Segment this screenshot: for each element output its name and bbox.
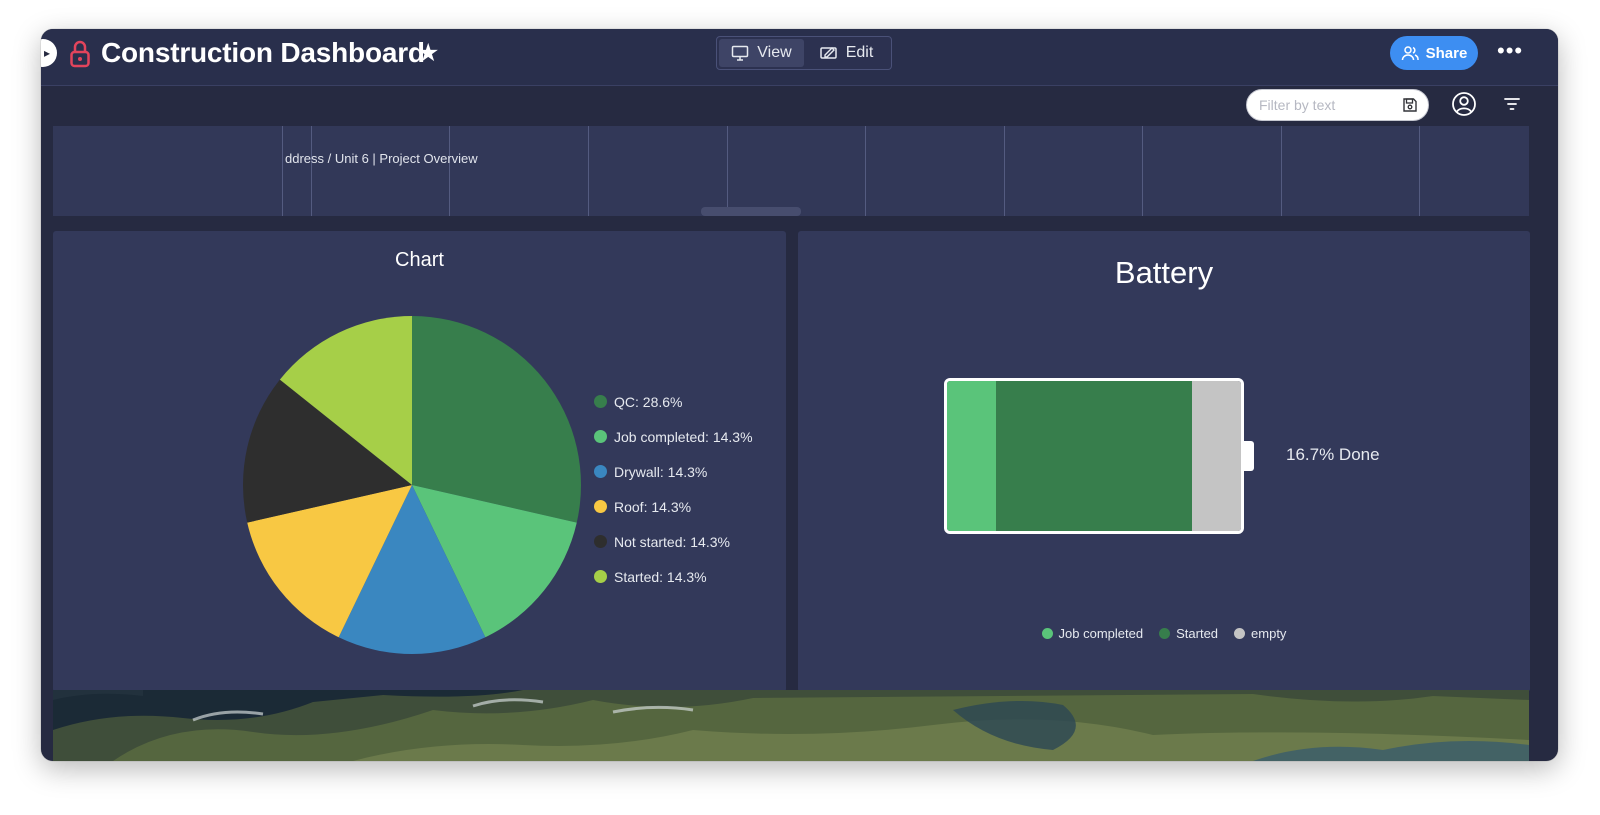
edit-label: Edit: [845, 44, 874, 61]
edit-button[interactable]: Edit: [804, 39, 889, 67]
users-icon: [1401, 46, 1419, 61]
more-options-icon[interactable]: •••: [1497, 37, 1523, 65]
board-toolbar: [41, 86, 1558, 126]
filter-icon[interactable]: [1503, 95, 1521, 113]
satellite-map-image: [53, 690, 1529, 761]
breadcrumb: ddress / Unit 6 | Project Overview: [285, 151, 478, 166]
chart-widget: Chart QC: 28.6% Job completed: 14.3% Drywa…: [53, 231, 786, 692]
legend-item[interactable]: QC: 28.6%: [594, 384, 753, 419]
grid-line: [588, 126, 589, 216]
legend-label: Roof: 14.3%: [614, 498, 692, 515]
favorite-star-icon[interactable]: ★: [417, 38, 439, 68]
person-filter-icon[interactable]: [1451, 91, 1477, 117]
legend-label: QC: 28.6%: [614, 393, 683, 410]
share-label: Share: [1425, 44, 1468, 62]
legend-item[interactable]: Job completed: 14.3%: [594, 419, 753, 454]
battery-done-label: 16.7% Done: [1286, 445, 1380, 464]
grid-line: [282, 126, 283, 216]
edit-icon: [819, 47, 837, 59]
battery-segment-job-completed: [947, 381, 997, 531]
grid-line: [449, 126, 450, 216]
legend-label: Started: [1176, 626, 1219, 641]
battery-widget: Battery 16.7% Done Job completed Started e…: [798, 231, 1530, 692]
battery-cap: [1244, 441, 1254, 471]
legend-item[interactable]: Not started: 14.3%: [594, 524, 753, 559]
view-label: View: [757, 44, 792, 61]
legend-dot: [1159, 628, 1171, 639]
legend-label: Job completed: 14.3%: [614, 428, 753, 445]
legend-dot: [594, 395, 607, 408]
legend-label: Started: 14.3%: [614, 568, 707, 585]
grid-line: [1281, 126, 1282, 216]
map-widget[interactable]: [53, 690, 1529, 761]
battery-segment-started: [996, 381, 1193, 531]
view-edit-toggle: View Edit: [716, 36, 892, 70]
legend-item[interactable]: Started: 14.3%: [594, 559, 753, 594]
grid-line: [1419, 126, 1420, 216]
legend-dot: [594, 535, 607, 548]
legend-dot: [1041, 628, 1053, 639]
sidebar-toggle-icon[interactable]: ▸: [41, 39, 57, 67]
grid-line: [1142, 126, 1143, 216]
chart-legend: QC: 28.6% Job completed: 14.3% Drywall: 14…: [594, 384, 753, 594]
legend-dot: [594, 430, 607, 443]
legend-dot: [1234, 628, 1246, 639]
filter-input[interactable]: [1259, 94, 1389, 116]
legend-label: empty: [1251, 626, 1287, 641]
battery-legend: Job completed Started empty: [798, 626, 1530, 641]
board-header: ▸ Construction Dashboard ★ View Edit Sha…: [41, 29, 1558, 86]
page-title: Construction Dashboard: [101, 37, 425, 68]
legend-dot: [594, 570, 607, 583]
resize-handle[interactable]: [701, 207, 801, 216]
legend-item[interactable]: Drywall: 14.3%: [594, 454, 753, 489]
legend-label: Drywall: 14.3%: [614, 463, 708, 480]
battery-segment-empty: [1192, 381, 1241, 531]
view-button[interactable]: View: [719, 39, 804, 67]
legend-item[interactable]: Roof: 14.3%: [594, 489, 753, 524]
embedded-board-view[interactable]: ddress / Unit 6 | Project Overview: [53, 126, 1529, 216]
battery-title: Battery: [1114, 255, 1214, 290]
chart-title: Chart: [395, 249, 444, 271]
share-button[interactable]: Share: [1390, 36, 1478, 70]
pie-chart: [243, 316, 581, 654]
grid-line: [1004, 126, 1005, 216]
monitor-icon: [732, 45, 749, 61]
legend-label: Job completed: [1058, 626, 1144, 641]
battery-legend-item[interactable]: Started: [1159, 626, 1218, 641]
lock-icon: [70, 40, 90, 68]
legend-label: Not started: 14.3%: [614, 533, 730, 550]
dashboard-window: ▸ Construction Dashboard ★ View Edit Sha…: [41, 29, 1558, 761]
legend-dot: [594, 465, 607, 478]
grid-line: [727, 126, 728, 216]
battery-legend-item[interactable]: empty: [1234, 626, 1286, 641]
grid-line: [865, 126, 866, 216]
save-icon[interactable]: [1402, 97, 1418, 113]
grid-line: [311, 126, 312, 216]
filter-box: [1246, 89, 1429, 121]
battery-legend-item[interactable]: Job completed: [1041, 626, 1144, 641]
legend-dot: [594, 500, 607, 513]
battery-body: [944, 378, 1244, 534]
